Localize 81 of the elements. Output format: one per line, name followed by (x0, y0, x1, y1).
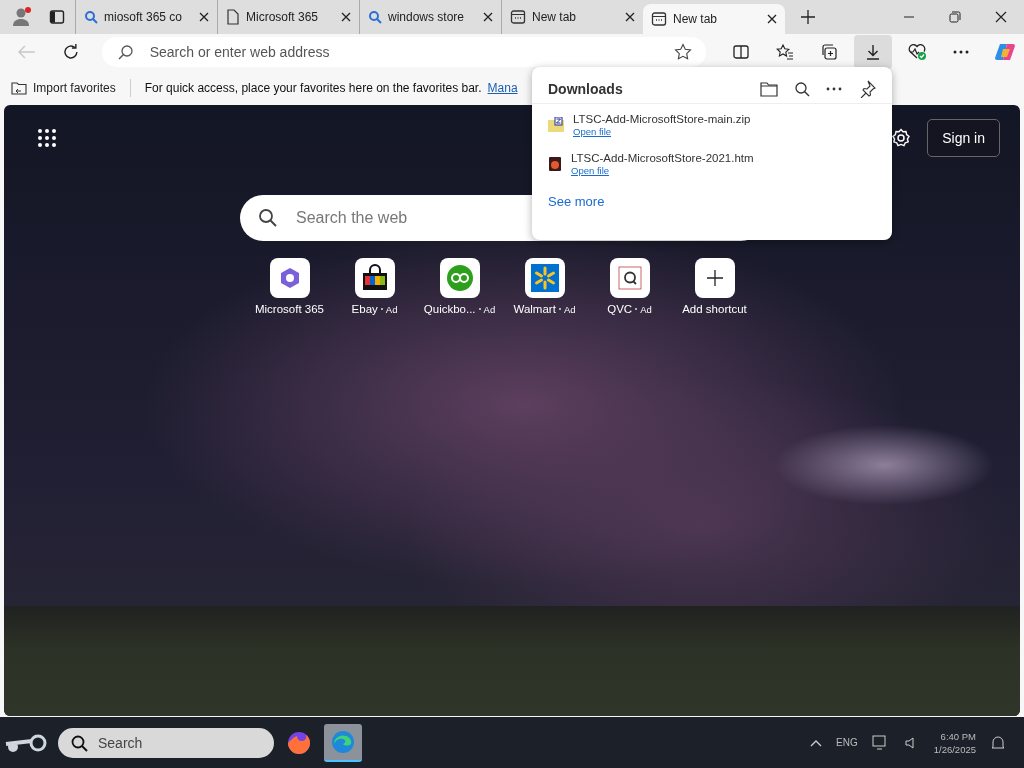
html-file-icon (548, 155, 562, 172)
file-name: LTSC-Add-MicrosoftStore-2021.htm (571, 151, 754, 164)
notification-bell-icon[interactable] (990, 734, 1006, 751)
zip-file-icon (548, 116, 564, 133)
restore-icon[interactable] (949, 11, 961, 23)
close-icon[interactable] (341, 12, 351, 22)
tab-title: windows store (388, 10, 466, 24)
tab-title: New tab (532, 10, 578, 24)
address-input[interactable]: Search or enter web address (147, 43, 660, 61)
profile-avatar-icon[interactable] (11, 6, 33, 28)
tab-title: miosoft 365 co (104, 10, 184, 24)
shortcut-label: Microsoft 365 (255, 303, 324, 315)
search-icon (258, 208, 278, 228)
search-icon (70, 733, 88, 752)
shopping-bag-icon (360, 264, 389, 292)
close-icon[interactable] (483, 12, 493, 22)
shortcut-tile[interactable] (269, 258, 310, 298)
tab-actions-icon[interactable] (49, 9, 65, 25)
sign-in-button[interactable]: Sign in (927, 119, 1000, 157)
search-icon (84, 10, 98, 24)
browser-tab[interactable]: Microsoft 365 (217, 0, 359, 34)
shortcut-tile[interactable] (524, 258, 565, 298)
file-name: LTSC-Add-MicrosoftStore-main.zip (573, 112, 751, 125)
shortcut-label: QVC (607, 303, 633, 315)
qb-logo-icon (445, 264, 474, 292)
panel-title: Downloads (548, 81, 623, 97)
ad-label: Ad (385, 303, 398, 315)
apps-grid-icon[interactable] (37, 128, 57, 148)
star-icon[interactable] (674, 43, 692, 61)
close-icon[interactable] (767, 14, 777, 24)
browser-tab[interactable]: New tab (643, 4, 785, 34)
shortcut-tile[interactable] (694, 258, 735, 298)
spark-logo-icon (530, 264, 559, 292)
close-icon[interactable] (625, 12, 635, 22)
search-icon (368, 10, 382, 24)
settings-icon[interactable] (891, 128, 912, 148)
ad-label: Ad (640, 303, 652, 315)
shortcut-label: Walmart (513, 303, 556, 315)
browser-tab[interactable]: miosoft 365 co (75, 0, 217, 34)
shortcut-tile[interactable] (609, 258, 650, 298)
page-icon (226, 9, 240, 25)
taskbar-search-input[interactable]: Search (96, 733, 262, 752)
shortcut-label: Add shortcut (682, 303, 747, 315)
shortcut-label: Ebay (351, 303, 378, 315)
new-tab-page-icon (651, 11, 667, 27)
close-icon[interactable] (199, 12, 209, 22)
folder-icon[interactable] (760, 81, 778, 97)
open-file-link[interactable]: Open file (573, 125, 612, 137)
open-file-link[interactable]: Open file (571, 164, 610, 176)
search-icon (117, 44, 134, 60)
address-bar[interactable]: Search or enter web address (101, 37, 706, 67)
shortcut-label: Quickbo... (423, 303, 476, 315)
chevron-up-icon[interactable] (810, 738, 823, 747)
see-more-link[interactable]: See more (548, 194, 605, 209)
tab-title: Microsoft 365 (246, 10, 320, 24)
new-tab-icon[interactable] (801, 10, 815, 24)
shortcut-tile[interactable] (354, 258, 395, 298)
taskbar-search-field[interactable]: Search (58, 727, 274, 758)
search-icon[interactable] (794, 81, 810, 97)
clock-date: 1/26/2025 (933, 742, 976, 756)
ad-label: Ad (483, 303, 496, 315)
language-indicator[interactable]: ENG (836, 737, 858, 748)
ad-label: Ad (563, 303, 576, 315)
refresh-icon[interactable] (61, 43, 80, 61)
clock[interactable]: 6:40 PM 1/26/2025 (933, 729, 976, 756)
pin-icon[interactable] (858, 80, 876, 98)
q-logo-icon (617, 266, 642, 290)
shortcut-tile[interactable] (439, 258, 480, 298)
tab-title: New tab (673, 12, 719, 26)
import-favorites-button[interactable]: Import favorites (11, 80, 116, 95)
browser-tab[interactable]: windows store (359, 0, 501, 34)
plus-icon (706, 270, 723, 286)
manage-favorites-link[interactable]: Mana (487, 80, 518, 95)
wave-globe-icon[interactable] (324, 723, 362, 762)
favorites-bar-message: For quick access, place your favorites here on the favorites bar. (144, 80, 482, 95)
more-icon[interactable] (826, 87, 842, 91)
clock-time: 6:40 PM (940, 729, 976, 743)
folder-import-icon (11, 80, 27, 95)
download-icon[interactable] (854, 35, 892, 69)
new-tab-page-icon (510, 9, 526, 25)
close-icon[interactable] (995, 11, 1007, 23)
